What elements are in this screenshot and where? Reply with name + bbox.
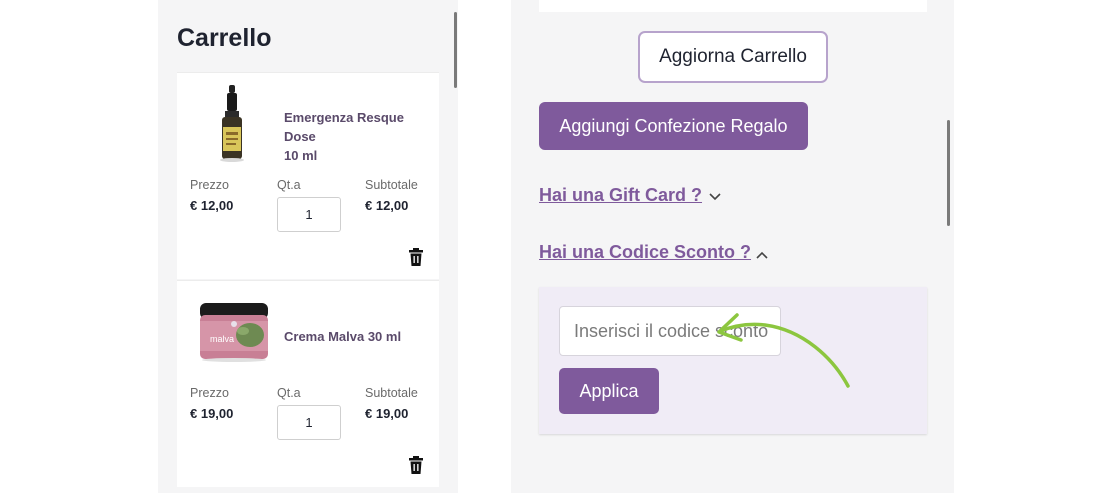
price-label: Prezzo [190, 178, 229, 192]
page: Carrello Emergenza Resque Dose 10 ml Pre… [0, 0, 1100, 493]
scrollbar[interactable] [947, 120, 950, 226]
subtotal-value: € 19,00 [365, 406, 409, 421]
pointer-arrow-icon [717, 313, 850, 388]
trash-icon[interactable] [408, 456, 424, 474]
price-value: € 12,00 [190, 198, 234, 213]
price-label: Prezzo [190, 386, 229, 400]
cream-jar-image: malva [200, 303, 268, 362]
cart-title: Carrello [177, 24, 272, 52]
discount-code-toggle[interactable]: Hai una Codice Sconto ? [539, 242, 751, 263]
price-value: € 19,00 [190, 406, 234, 421]
quantity-input[interactable]: 1 [277, 197, 341, 232]
chevron-up-icon[interactable] [755, 250, 769, 260]
trash-icon[interactable] [408, 248, 424, 266]
qty-label: Qt.a [277, 178, 301, 192]
cart-item: Emergenza Resque Dose 10 ml Prezzo Qt.a … [177, 72, 439, 279]
dropper-bottle-image [220, 85, 244, 162]
update-cart-button[interactable]: Aggiorna Carrello [638, 31, 828, 83]
item-name-line1: Crema Malva 30 ml [284, 329, 402, 344]
gift-wrap-button[interactable]: Aggiungi Confezione Regalo [539, 102, 808, 150]
gift-card-toggle[interactable]: Hai una Gift Card ? [539, 185, 702, 206]
item-name-line1: Emergenza Resque Dose [284, 110, 404, 144]
qty-label: Qt.a [277, 386, 301, 400]
jar-label: malva [210, 334, 234, 344]
apply-button[interactable]: Applica [559, 368, 659, 414]
subtotal-label: Subtotale [365, 386, 418, 400]
summary-card-edge [539, 0, 927, 12]
cart-panel: Carrello Emergenza Resque Dose 10 ml Pre… [158, 0, 458, 493]
subtotal-value: € 12,00 [365, 198, 409, 213]
item-name-line2: 10 ml [284, 148, 318, 163]
item-name[interactable]: Crema Malva 30 ml [284, 327, 401, 346]
chevron-down-icon[interactable] [708, 192, 722, 202]
quantity-input[interactable]: 1 [277, 405, 341, 440]
subtotal-label: Subtotale [365, 178, 418, 192]
cart-actions-panel: Aggiorna Carrello Aggiungi Confezione Re… [511, 0, 954, 493]
cart-item: malva Crema Malva 30 ml Prezzo Qt.a Subt… [177, 280, 439, 487]
scrollbar[interactable] [454, 12, 457, 88]
item-name[interactable]: Emergenza Resque Dose 10 ml [284, 108, 439, 165]
